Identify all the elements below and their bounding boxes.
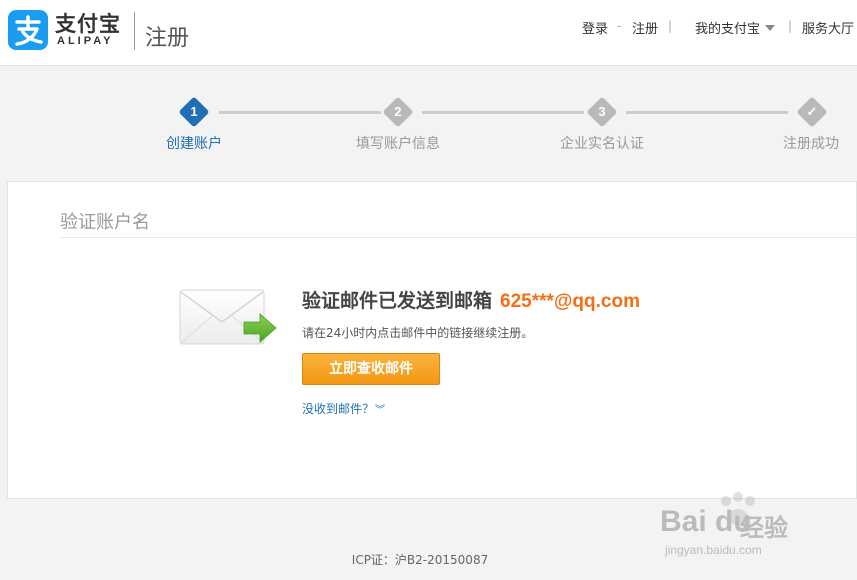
step-1-marker: 1 [178, 96, 210, 128]
service-hall-link[interactable]: 服务大厅 [802, 18, 854, 37]
check-email-button[interactable]: 立即查收邮件 [302, 353, 440, 385]
panel-divider [60, 237, 857, 238]
verify-hint: 请在24小时内点击邮件中的链接继续注册。 [302, 326, 534, 340]
alipay-logo-icon[interactable] [8, 10, 48, 50]
step-connector [626, 111, 788, 114]
step-1-label: 创建账户 [166, 136, 222, 152]
nav-separator: | [788, 19, 793, 33]
logo-wordmark: 支付宝 [55, 12, 121, 36]
watermark-brand: Bai du [660, 505, 752, 538]
step-4-check-icon: ✓ [796, 96, 828, 128]
chevron-down-icon [765, 25, 776, 31]
double-chevron-down-icon: ︾ [375, 405, 386, 416]
sent-message: 验证邮件已发送到邮箱 625***@qq.com [302, 286, 640, 313]
panel-title: 验证账户名 [60, 212, 150, 233]
sent-message-text: 验证邮件已发送到邮箱 [302, 290, 493, 312]
step-4-label: 注册成功 [783, 136, 839, 152]
nav-separator: - [617, 19, 622, 33]
logo-subtitle: ALIPAY [57, 35, 114, 47]
step-connector [219, 111, 381, 114]
verify-panel: 验证账户名 验证邮件已发送到邮箱 625***@qq.com 请在24小时内点击邮… [7, 181, 857, 499]
page-title: 注册 [145, 26, 190, 51]
envelope-sent-icon [178, 286, 278, 350]
no-mail-link[interactable]: 没收到邮件？︾ [302, 400, 385, 417]
step-3-label: 企业实名认证 [560, 136, 644, 152]
nav-separator: | [668, 19, 673, 33]
step-2-label: 填写账户信息 [356, 136, 440, 152]
logo-divider [134, 12, 135, 50]
step-connector [422, 111, 584, 114]
step-3-marker: 3 [586, 96, 618, 128]
watermark-name: 经验 [740, 514, 788, 542]
no-mail-label: 没收到邮件？ [302, 402, 375, 416]
login-link[interactable]: 登录 [582, 18, 608, 37]
step-2-marker: 2 [382, 96, 414, 128]
watermark-url: jingyan.baidu.com [665, 543, 762, 557]
my-alipay-label: 我的支付宝 [695, 22, 761, 37]
my-alipay-menu[interactable]: 我的支付宝 [695, 18, 776, 37]
register-link[interactable]: 注册 [632, 18, 658, 37]
email-address: 625***@qq.com [500, 291, 640, 312]
top-header: 支付宝 ALIPAY 注册 登录 - 注册 | 我的支付宝 | 服务大厅 [0, 0, 857, 66]
